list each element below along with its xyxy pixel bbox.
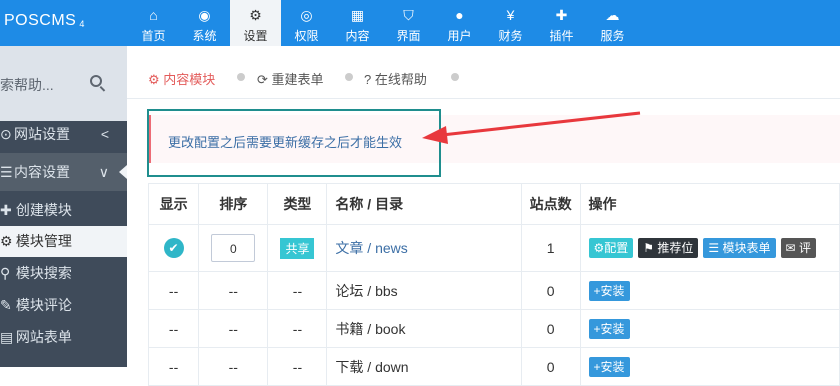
table-icon: ☰	[708, 241, 720, 255]
sidebar-item-module-comment[interactable]: ✎ 模块评论	[0, 290, 127, 321]
html5-icon: ⛉	[403, 7, 414, 23]
module-name-link[interactable]: 文章 / news	[335, 240, 407, 256]
flag-icon: ⚑	[643, 241, 655, 255]
nav-settings[interactable]: ⚙ 设置	[230, 0, 281, 46]
nav-plugin[interactable]: ✚ 插件	[536, 0, 587, 46]
plus-icon: ✚	[0, 202, 12, 218]
plus-icon: +	[593, 283, 601, 298]
sidebar-item-create-module[interactable]: ✚ 创建模块	[0, 195, 127, 226]
install-button[interactable]: +安装	[588, 318, 630, 339]
module-name: 书籍 / book	[326, 309, 522, 348]
crumb-content-module[interactable]: ⚙ 内容模块	[148, 69, 215, 88]
grid-icon: ▦	[350, 7, 365, 23]
brand-logo[interactable]: POSCMS 4	[4, 12, 85, 30]
table-row: -- -- -- 论坛 / bbs 0 +安装	[147, 271, 840, 310]
nav-system[interactable]: ◉ 系统	[179, 0, 230, 46]
puzzle-icon: ✚	[555, 7, 568, 23]
sidebar: 索帮助... ⊙ 网站设置 < ☰ 内容设置 ∨ ✚ 创建模块 ⚙ 模块管理 ⚲ 模块搜…	[0, 46, 127, 367]
question-icon: ?	[364, 72, 372, 87]
comment-button[interactable]: ✉ 评	[780, 238, 816, 258]
main-nav: ⌂ 首页 ◉ 系统 ⚙ 设置 ◎ 权限 ▦ 内容 ⛉ 界面 ● 用户 ¥ 财务 ✚ 插件 ☁ 服务	[128, 0, 638, 46]
table-header-row: 显示 排序 类型 名称 / 目录 站点数 操作	[147, 183, 840, 225]
sidebar-item-site-form[interactable]: ▤ 网站表单	[0, 322, 127, 353]
search-icon: ⚲	[0, 265, 11, 281]
nav-service[interactable]: ☁ 服务	[587, 0, 638, 46]
crumb-separator	[345, 73, 353, 81]
comments-icon: ✎	[0, 297, 12, 313]
col-type: 类型	[267, 183, 328, 225]
refresh-icon: ⟳	[257, 72, 268, 87]
list-icon: ☰	[0, 164, 13, 180]
gears-icon: ⚙	[0, 233, 13, 249]
order-input[interactable]: 0	[211, 234, 256, 262]
nav-interface[interactable]: ⛉ 界面	[383, 0, 434, 46]
site-count: 0	[520, 309, 581, 348]
module-form-button[interactable]: ☰ 模块表单	[703, 238, 776, 258]
user-circle-icon: ◎	[300, 7, 313, 23]
module-name: 论坛 / bbs	[326, 271, 522, 310]
yen-icon: ¥	[506, 7, 515, 23]
table-row: -- -- -- 书籍 / book 0 +安装	[147, 309, 840, 348]
top-navbar: POSCMS 4 ⌂ 首页 ◉ 系统 ⚙ 设置 ◎ 权限 ▦ 内容 ⛉ 界面 ● 用户 ¥ 财务 …	[0, 0, 840, 46]
site-count: 1	[520, 224, 581, 272]
check-circle-icon[interactable]: ✔	[163, 238, 184, 258]
chevron-left-icon: <	[100, 126, 109, 142]
nav-home[interactable]: ⌂ 首页	[128, 0, 179, 46]
table-icon: ▤	[0, 329, 14, 345]
globe-icon: ◉	[198, 7, 211, 23]
table-row: ✔ 0 共享 文章 / news 1 ⚙配置 ⚑ 推荐位 ☰ 模块表单 ✉ 评	[147, 224, 840, 272]
cloud-icon: ☁	[605, 7, 620, 23]
col-order: 排序	[198, 183, 269, 225]
col-actions: 操作	[579, 183, 840, 225]
breadcrumb: ⚙ 内容模块 ⟳ 重建表单 ? 在线帮助	[127, 46, 840, 99]
gear-icon: ⚙	[593, 241, 605, 255]
crumb-separator	[237, 73, 245, 81]
gears-icon: ⚙	[148, 72, 160, 87]
annotation-arrow	[422, 111, 641, 144]
col-show: 显示	[147, 183, 200, 225]
col-name: 名称 / 目录	[326, 183, 522, 225]
col-sites: 站点数	[520, 183, 581, 225]
crumb-online-help[interactable]: ? 在线帮助	[364, 69, 427, 88]
install-button[interactable]: +安装	[588, 280, 630, 301]
nav-permission[interactable]: ◎ 权限	[281, 0, 332, 46]
search-input[interactable]: 索帮助...	[0, 75, 54, 95]
sidebar-item-module-search[interactable]: ⚲ 模块搜索	[0, 258, 127, 289]
site-count: 0	[520, 271, 581, 310]
module-table: 显示 排序 类型 名称 / 目录 站点数 操作 ✔ 0 共享 文章 / news…	[147, 183, 840, 386]
gears-icon: ⚙	[249, 7, 262, 23]
nav-user[interactable]: ● 用户	[434, 0, 485, 46]
crumb-separator	[451, 73, 459, 81]
crumb-rebuild-form[interactable]: ⟳ 重建表单	[257, 69, 324, 88]
plus-icon: +	[593, 321, 601, 336]
sidebar-menu-content-settings[interactable]: ☰ 内容设置 ∨	[0, 153, 127, 191]
config-button[interactable]: ⚙配置	[588, 238, 634, 258]
type-badge: 共享	[280, 237, 315, 259]
sidebar-search[interactable]: 索帮助...	[0, 46, 127, 121]
annotation-box	[147, 109, 441, 177]
sidebar-menu-site-settings[interactable]: ⊙ 网站设置 <	[0, 115, 127, 153]
comment-icon: ✉	[785, 241, 796, 255]
sidebar-item-module-manage[interactable]: ⚙ 模块管理	[0, 226, 127, 257]
nav-finance[interactable]: ¥ 财务	[485, 0, 536, 46]
chevron-down-icon: ∨	[98, 164, 109, 180]
recommend-button[interactable]: ⚑ 推荐位	[638, 238, 699, 258]
home-icon: ⌂	[149, 7, 158, 23]
user-icon: ●	[455, 7, 464, 23]
nav-content[interactable]: ▦ 内容	[332, 0, 383, 46]
search-icon[interactable]	[90, 75, 102, 87]
